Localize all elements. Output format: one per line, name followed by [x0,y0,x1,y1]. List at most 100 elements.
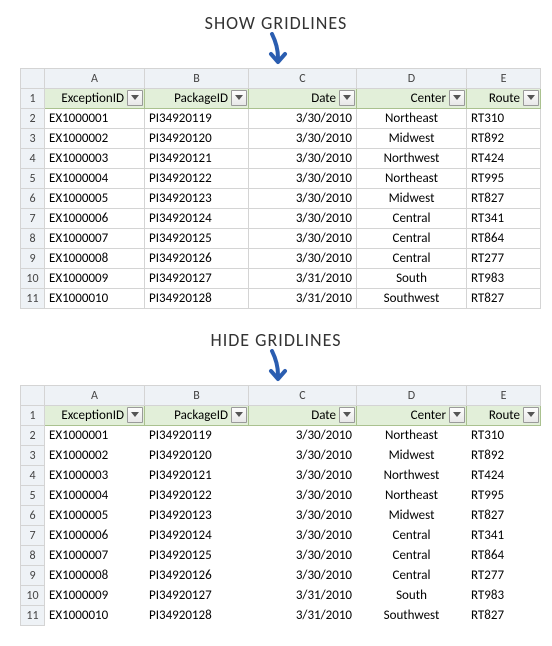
cell-date[interactable]: 3/30/2010 [249,566,357,586]
cell-date[interactable]: 3/31/2010 [249,289,357,309]
select-all-corner[interactable] [21,69,45,89]
row-head-9[interactable]: 9 [21,566,45,586]
cell-packageid[interactable]: PI34920121 [145,149,249,169]
cell-route[interactable]: RT892 [467,129,541,149]
cell-route[interactable]: RT892 [467,446,541,466]
cell-exceptionid[interactable]: EX1000007 [45,546,145,566]
cell-center[interactable]: South [357,586,467,606]
cell-center[interactable]: Northeast [357,109,467,129]
cell-exceptionid[interactable]: EX1000001 [45,109,145,129]
cell-exceptionid[interactable]: EX1000004 [45,169,145,189]
filter-dropdown-icon[interactable] [449,407,465,423]
cell-date[interactable]: 3/30/2010 [249,129,357,149]
cell-route[interactable]: RT983 [467,269,541,289]
row-head-3[interactable]: 3 [21,129,45,149]
row-head-10[interactable]: 10 [21,269,45,289]
cell-route[interactable]: RT827 [467,189,541,209]
header-center[interactable]: Center [357,89,467,109]
cell-route[interactable]: RT424 [467,149,541,169]
cell-center[interactable]: Midwest [357,506,467,526]
col-head-D[interactable]: D [357,69,467,89]
header-center[interactable]: Center [357,406,467,426]
cell-exceptionid[interactable]: EX1000008 [45,249,145,269]
cell-center[interactable]: Central [357,229,467,249]
cell-center[interactable]: Central [357,526,467,546]
cell-center[interactable]: Central [357,546,467,566]
cell-date[interactable]: 3/30/2010 [249,169,357,189]
filter-dropdown-icon[interactable] [127,90,143,106]
filter-dropdown-icon[interactable] [231,407,247,423]
cell-packageid[interactable]: PI34920128 [145,289,249,309]
cell-exceptionid[interactable]: EX1000002 [45,129,145,149]
cell-route[interactable]: RT827 [467,506,541,526]
cell-route[interactable]: RT310 [467,426,541,446]
cell-center[interactable]: Midwest [357,189,467,209]
cell-packageid[interactable]: PI34920119 [145,109,249,129]
cell-packageid[interactable]: PI34920125 [145,546,249,566]
cell-packageid[interactable]: PI34920121 [145,466,249,486]
col-head-C[interactable]: C [249,69,357,89]
row-head-4[interactable]: 4 [21,466,45,486]
row-head-2[interactable]: 2 [21,426,45,446]
cell-date[interactable]: 3/30/2010 [249,546,357,566]
cell-date[interactable]: 3/30/2010 [249,149,357,169]
cell-center[interactable]: Northeast [357,169,467,189]
cell-exceptionid[interactable]: EX1000002 [45,446,145,466]
cell-date[interactable]: 3/30/2010 [249,426,357,446]
filter-dropdown-icon[interactable] [231,90,247,106]
cell-exceptionid[interactable]: EX1000009 [45,586,145,606]
cell-center[interactable]: Northeast [357,486,467,506]
cell-packageid[interactable]: PI34920119 [145,426,249,446]
cell-date[interactable]: 3/30/2010 [249,189,357,209]
col-head-A[interactable]: A [45,386,145,406]
cell-packageid[interactable]: PI34920126 [145,566,249,586]
cell-exceptionid[interactable]: EX1000009 [45,269,145,289]
row-head-11[interactable]: 11 [21,289,45,309]
row-head-3[interactable]: 3 [21,446,45,466]
header-exceptionid[interactable]: ExceptionID [45,406,145,426]
cell-packageid[interactable]: PI34920123 [145,189,249,209]
cell-date[interactable]: 3/30/2010 [249,229,357,249]
row-head-5[interactable]: 5 [21,169,45,189]
header-route[interactable]: Route [467,406,541,426]
row-head-1[interactable]: 1 [21,89,45,109]
row-head-6[interactable]: 6 [21,506,45,526]
cell-center[interactable]: Southwest [357,289,467,309]
cell-route[interactable]: RT827 [467,606,541,626]
header-route[interactable]: Route [467,89,541,109]
cell-center[interactable]: Northwest [357,149,467,169]
cell-date[interactable]: 3/31/2010 [249,586,357,606]
cell-center[interactable]: Midwest [357,129,467,149]
cell-exceptionid[interactable]: EX1000005 [45,506,145,526]
filter-dropdown-icon[interactable] [339,90,355,106]
col-head-B[interactable]: B [145,386,249,406]
cell-route[interactable]: RT277 [467,249,541,269]
row-head-4[interactable]: 4 [21,149,45,169]
cell-packageid[interactable]: PI34920127 [145,269,249,289]
cell-date[interactable]: 3/30/2010 [249,526,357,546]
cell-date[interactable]: 3/30/2010 [249,109,357,129]
cell-route[interactable]: RT864 [467,546,541,566]
cell-date[interactable]: 3/30/2010 [249,466,357,486]
col-head-C[interactable]: C [249,386,357,406]
header-date[interactable]: Date [249,406,357,426]
cell-route[interactable]: RT983 [467,586,541,606]
cell-center[interactable]: Central [357,249,467,269]
row-head-11[interactable]: 11 [21,606,45,626]
row-head-7[interactable]: 7 [21,209,45,229]
cell-packageid[interactable]: PI34920120 [145,129,249,149]
cell-exceptionid[interactable]: EX1000006 [45,526,145,546]
cell-exceptionid[interactable]: EX1000005 [45,189,145,209]
cell-center[interactable]: Central [357,209,467,229]
cell-packageid[interactable]: PI34920127 [145,586,249,606]
cell-center[interactable]: Northeast [357,426,467,446]
header-date[interactable]: Date [249,89,357,109]
cell-packageid[interactable]: PI34920128 [145,606,249,626]
cell-route[interactable]: RT310 [467,109,541,129]
col-head-B[interactable]: B [145,69,249,89]
cell-date[interactable]: 3/30/2010 [249,209,357,229]
cell-packageid[interactable]: PI34920125 [145,229,249,249]
col-head-E[interactable]: E [467,69,541,89]
cell-date[interactable]: 3/30/2010 [249,446,357,466]
col-head-D[interactable]: D [357,386,467,406]
